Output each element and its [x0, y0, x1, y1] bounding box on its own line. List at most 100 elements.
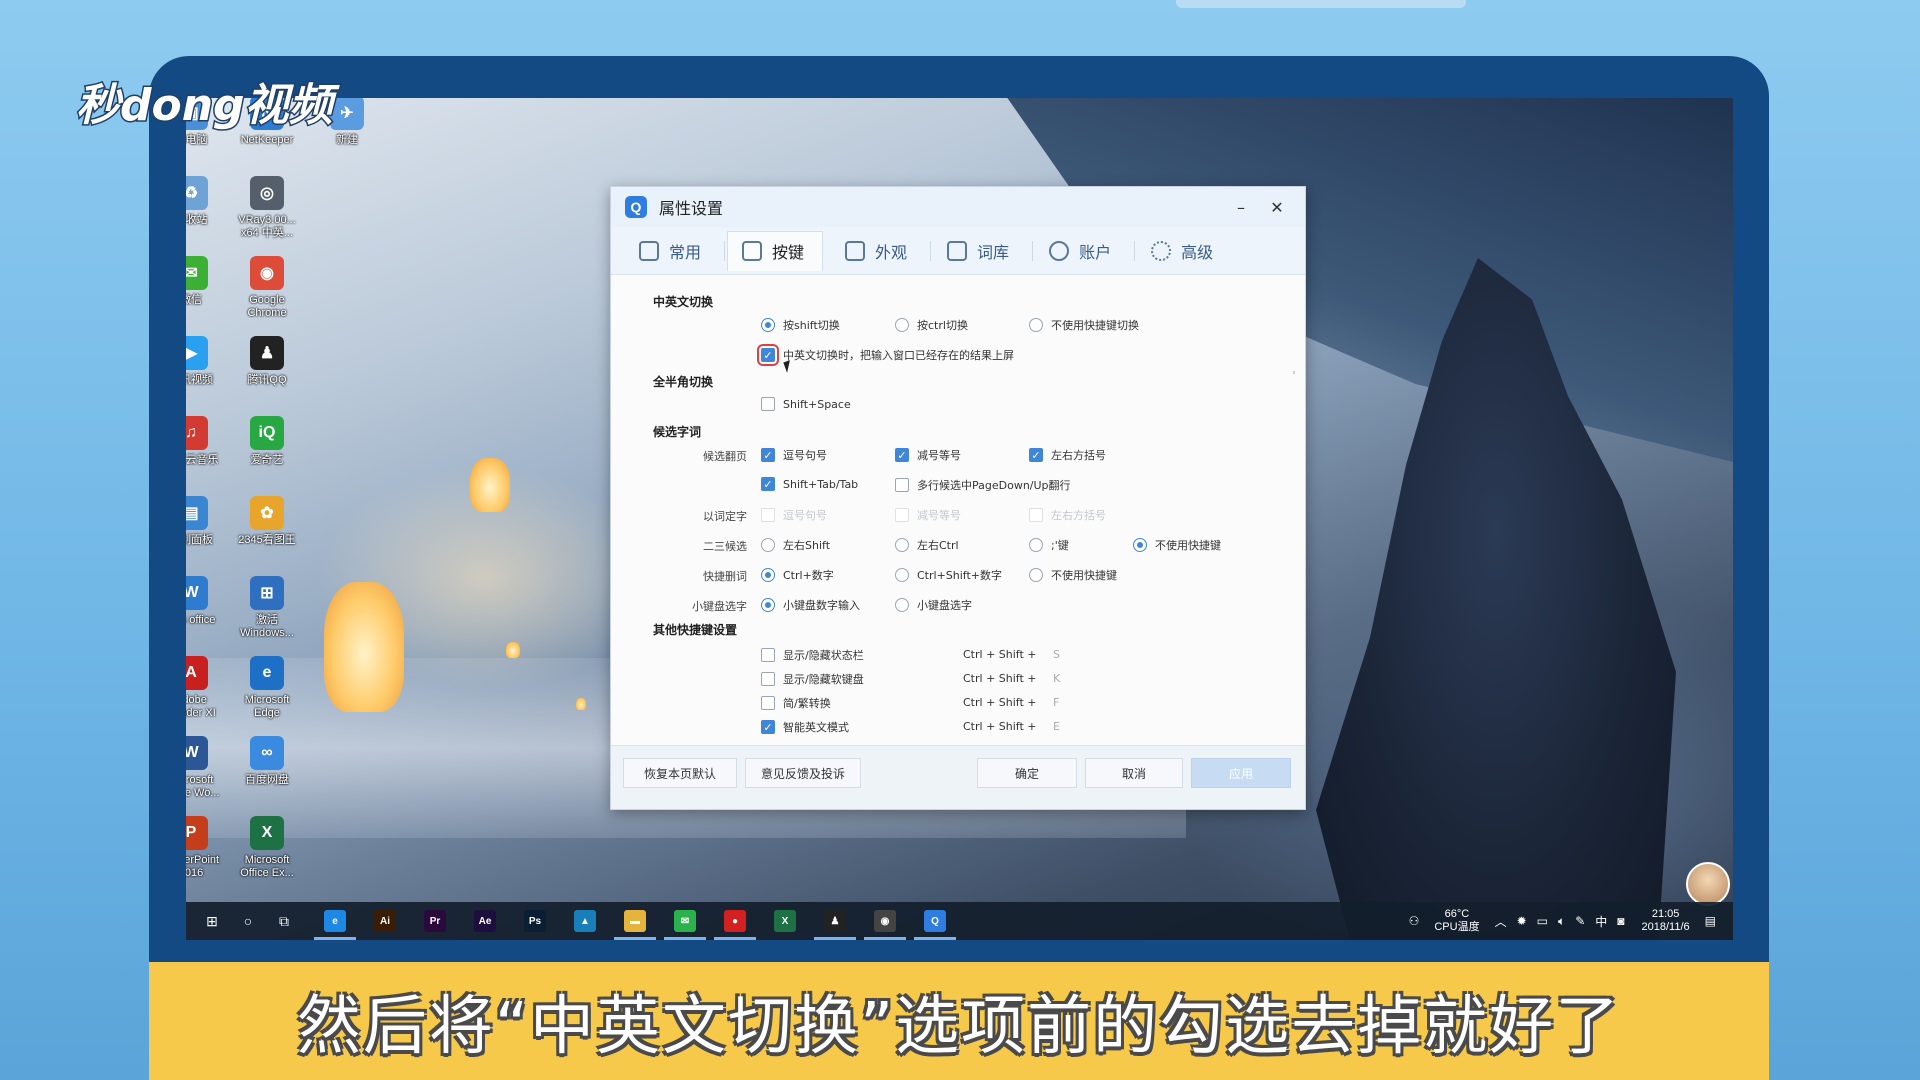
desktop-icon[interactable]: Wwps office	[186, 576, 230, 627]
radio-semicolon-quote[interactable]: ;'键	[1029, 537, 1069, 553]
tab-general[interactable]: 常用	[625, 231, 726, 271]
taskbar-app-explorer[interactable]: ▬	[610, 902, 660, 940]
taskbar-app-illustrator[interactable]: Ai	[360, 902, 410, 940]
shortcut-key-input[interactable]: S	[1053, 648, 1060, 661]
shortcut-key-input[interactable]: K	[1053, 672, 1060, 685]
taskbar-app-premiere[interactable]: Pr	[410, 902, 460, 940]
radio-shift-switch[interactable]: 按shift切换	[761, 317, 840, 333]
notification-icon[interactable]: ▤	[1705, 914, 1716, 928]
shortcut-key-input[interactable]: E	[1053, 720, 1060, 733]
desktop-icon[interactable]: ∞ 百度网盘	[228, 736, 306, 787]
desktop-icon[interactable]: e Microsoft Edge	[228, 656, 306, 720]
task-view-icon: ⧉	[279, 912, 289, 929]
radio-keypad-select[interactable]: 小键盘选字	[895, 597, 972, 613]
taskbar-app-photos[interactable]: ▲	[560, 902, 610, 940]
volume-icon[interactable]: 🔈︎	[1558, 914, 1565, 929]
checkbox-shortcut-toggle[interactable]: 简/繁转换	[761, 695, 831, 711]
ok-button[interactable]: 确定	[977, 758, 1077, 788]
desktop-icon[interactable]: W Microsoft Office Wo...	[186, 736, 230, 800]
taskbar-app-aftereffects[interactable]: Ae	[460, 902, 510, 940]
apply-button[interactable]: 应用	[1191, 758, 1291, 788]
taskbar-app-sogou[interactable]: Q	[910, 902, 960, 940]
checkbox-shortcut-toggle[interactable]: 显示/隐藏状态栏	[761, 647, 864, 663]
tray-app-icon[interactable]: ✹	[1517, 914, 1527, 928]
cpu-temperature[interactable]: 66°C CPU温度	[1434, 908, 1479, 934]
desktop-icon[interactable]: ✿ 2345看图王	[228, 496, 306, 547]
sogou-tray-icon[interactable]: ◙	[1617, 914, 1624, 928]
cancel-button[interactable]: 取消	[1085, 758, 1183, 788]
checkbox-shortcut-toggle[interactable]: ✓ 智能英文模式	[761, 719, 849, 735]
checkbox-page-brackets[interactable]: ✓ 左右方括号	[1029, 447, 1106, 463]
desktop-icon-label: Microsoft Edge	[244, 694, 290, 719]
desktop-icon[interactable]: ⊞ 激活 Windows...	[228, 576, 306, 640]
minimize-button[interactable]: –	[1229, 195, 1253, 219]
radio-dot	[895, 598, 909, 612]
desktop-icon[interactable]: X Microsoft Office Ex...	[228, 816, 306, 880]
desktop-icon[interactable]: A Adobe Reader XI	[186, 656, 230, 720]
desktop-icon[interactable]: ♫ 网易云音乐	[186, 416, 230, 467]
desktop-icon-label: 2345看图王	[238, 534, 296, 546]
radio-left-right-shift[interactable]: 左右Shift	[761, 537, 830, 553]
checkbox-box	[761, 508, 775, 522]
taskbar-app-recorder[interactable]: ●	[710, 902, 760, 940]
radio-second-third-none[interactable]: 不使用快捷键	[1133, 537, 1221, 553]
tab-account[interactable]: 账户	[1035, 231, 1136, 271]
shortcut-key-input[interactable]: F	[1053, 696, 1059, 709]
desktop-icon[interactable]: ♻ 回收站	[186, 176, 230, 227]
checkbox-page-pagedown-up[interactable]: 多行候选中PageDown/Up翻行	[895, 477, 1071, 493]
radio-no-shortcut-switch[interactable]: 不使用快捷键切换	[1029, 317, 1139, 333]
taskbar-app-photoshop[interactable]: Ps	[510, 902, 560, 940]
checkbox-page-minus-equal[interactable]: ✓ 减号等号	[895, 447, 961, 463]
scrollbar[interactable]	[1293, 371, 1295, 747]
people-icon[interactable]: ⚇	[1409, 914, 1420, 928]
restore-defaults-button[interactable]: 恢复本页默认	[623, 758, 737, 788]
radio-delete-none[interactable]: 不使用快捷键	[1029, 567, 1117, 583]
taskbar-app-qq[interactable]: ♟	[810, 902, 860, 940]
checkbox-shift-space[interactable]: Shift+Space	[761, 397, 851, 411]
desktop-icon[interactable]: ▶ 腾讯视频	[186, 336, 230, 387]
checkbox-box: ✓	[895, 448, 909, 462]
clock[interactable]: 21:05 2018/11/6	[1642, 908, 1690, 934]
checkbox-page-comma-period[interactable]: ✓ 逗号句号	[761, 447, 827, 463]
desktop-icon[interactable]: ◉ Google Chrome	[228, 256, 306, 320]
taskbar-app-edge[interactable]: e	[310, 902, 360, 940]
desktop-icon[interactable]: ◎ VRay3.00... x64 中英...	[228, 176, 306, 240]
taskbar-app-wechat[interactable]: ✉	[660, 902, 710, 940]
dialog-titlebar[interactable]: Q 属性设置 – ✕	[611, 187, 1305, 227]
tab-advanced[interactable]: 高级	[1137, 231, 1231, 271]
checkbox-page-shift-tab[interactable]: ✓ Shift+Tab/Tab	[761, 477, 858, 491]
checkbox-shortcut-toggle[interactable]: 显示/隐藏软键盘	[761, 671, 864, 687]
tab-appearance[interactable]: 外观	[831, 231, 932, 271]
search-button[interactable]: ○	[230, 902, 266, 940]
tab-keys[interactable]: 按键	[727, 230, 824, 271]
desktop-icon[interactable]: ▤ 控制面板	[186, 496, 230, 547]
start-button[interactable]: ⊞	[194, 902, 230, 940]
radio-ctrl-shift-number[interactable]: Ctrl+Shift+数字	[895, 567, 1002, 583]
chevron-up-icon[interactable]: ︿	[1495, 913, 1507, 930]
checkbox-word-comma-period[interactable]: 逗号句号	[761, 507, 827, 523]
desktop-icon[interactable]: ♟ 腾讯QQ	[228, 336, 306, 387]
battery-icon[interactable]: ▭	[1537, 914, 1548, 928]
tab-label: 外观	[875, 242, 908, 262]
close-button[interactable]: ✕	[1265, 195, 1289, 219]
checkbox-word-brackets[interactable]: 左右方括号	[1029, 507, 1106, 523]
desktop-icon[interactable]: P PowerPoint 2016	[186, 816, 230, 880]
checkbox-word-minus-equal[interactable]: 减号等号	[895, 507, 961, 523]
tab-dictionary[interactable]: 词库	[933, 231, 1034, 271]
feedback-button[interactable]: 意见反馈及投诉	[745, 758, 861, 788]
checkbox-commit-on-switch[interactable]: ✓ 中英文切换时，把输入窗口已经存在的结果上屏	[757, 344, 1014, 366]
pen-icon[interactable]: ✎	[1575, 914, 1585, 928]
avatar[interactable]	[1686, 862, 1730, 906]
taskbar: ⊞ ○ ⧉ e Ai Pr Ae Ps ▲ ▬ ✉ ● X ♟ ◉ Q ⚇ 66°C CPU温度 ︿ ✹ …	[186, 902, 1733, 940]
desktop-icon[interactable]: iQ 爱奇艺	[228, 416, 306, 467]
tab-label: 词库	[977, 242, 1010, 262]
task-view-button[interactable]: ⧉	[266, 902, 302, 940]
radio-ctrl-number[interactable]: Ctrl+数字	[761, 567, 834, 583]
ime-indicator[interactable]: 中	[1595, 913, 1607, 930]
radio-left-right-ctrl[interactable]: 左右Ctrl	[895, 537, 959, 553]
taskbar-app-excel[interactable]: X	[760, 902, 810, 940]
desktop-icon[interactable]: ✉ 微信	[186, 256, 230, 307]
radio-keypad-number-input[interactable]: 小键盘数字输入	[761, 597, 860, 613]
taskbar-app-music[interactable]: ◉	[860, 902, 910, 940]
radio-ctrl-switch[interactable]: 按ctrl切换	[895, 317, 968, 333]
